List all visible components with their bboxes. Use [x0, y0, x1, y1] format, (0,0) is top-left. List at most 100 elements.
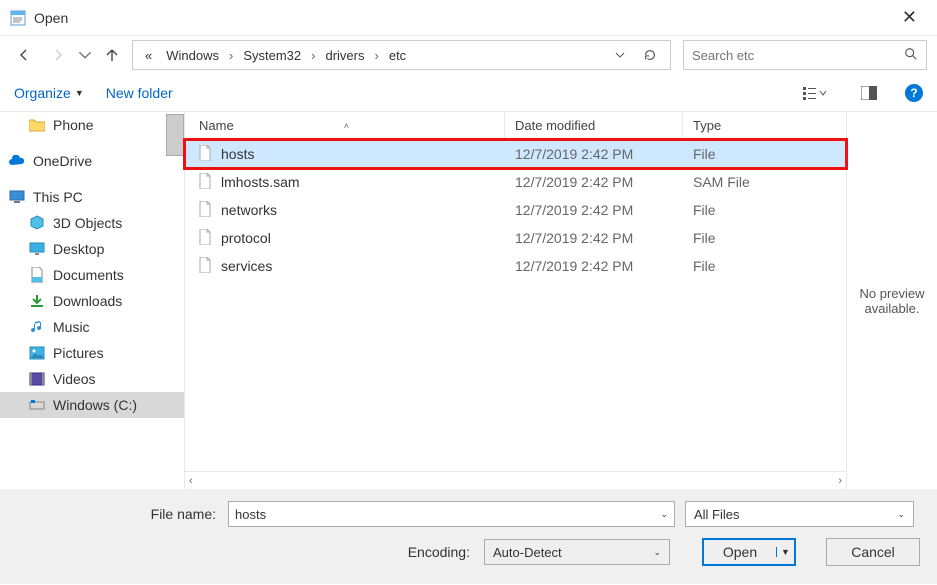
file-type: SAM File: [683, 174, 818, 190]
breadcrumb-item[interactable]: etc: [385, 46, 410, 65]
address-dropdown[interactable]: [608, 42, 632, 68]
downloads-icon: [28, 293, 46, 309]
file-row[interactable]: networks12/7/2019 2:42 PMFile: [185, 196, 846, 224]
documents-icon: [28, 267, 46, 283]
cancel-button[interactable]: Cancel: [826, 538, 920, 566]
encoding-select[interactable]: Auto-Detect ⌄: [484, 539, 670, 565]
file-icon: [197, 257, 213, 276]
file-row[interactable]: protocol 12/7/2019 2:42 PMFile: [185, 224, 846, 252]
breadcrumb-item[interactable]: System32: [239, 46, 305, 65]
breadcrumb-overflow[interactable]: «: [141, 46, 156, 65]
tree-label: Music: [53, 319, 90, 335]
file-date: 12/7/2019 2:42 PM: [505, 230, 683, 246]
filetype-filter[interactable]: All Files ⌄: [685, 501, 914, 527]
file-name: protocol: [221, 230, 271, 246]
file-icon: [197, 229, 213, 248]
file-name: hosts: [221, 146, 254, 162]
window-title: Open: [34, 10, 892, 26]
search-icon: [904, 47, 918, 64]
bottom-panel: File name: hosts ⌄ All Files ⌄ Encoding:…: [0, 489, 937, 584]
file-date: 12/7/2019 2:42 PM: [505, 258, 683, 274]
tree-item-downloads[interactable]: Downloads: [0, 288, 184, 314]
tree-label: Downloads: [53, 293, 122, 309]
address-bar[interactable]: « Windows › System32 › drivers › etc: [132, 40, 671, 70]
tree-label: Windows (C:): [53, 397, 137, 413]
search-input[interactable]: [692, 48, 904, 63]
videos-icon: [28, 371, 46, 387]
thispc-icon: [8, 189, 26, 205]
column-headers: Name˄ Date modified Type: [185, 112, 846, 140]
tree-label: Documents: [53, 267, 124, 283]
tree-item-videos[interactable]: Videos: [0, 366, 184, 392]
pictures-icon: [28, 345, 46, 361]
close-button[interactable]: ✕: [892, 3, 927, 32]
3d-objects-icon: [28, 215, 46, 231]
chevron-right-icon: ›: [229, 48, 233, 63]
sort-caret-icon: ˄: [344, 121, 349, 131]
encoding-label: Encoding:: [14, 544, 474, 560]
tree-item-thispc[interactable]: This PC: [0, 184, 184, 210]
onedrive-icon: [8, 153, 26, 169]
scrollbar-thumb[interactable]: [166, 114, 184, 156]
tree-item-documents[interactable]: Documents: [0, 262, 184, 288]
chevron-down-icon[interactable]: ⌄: [897, 509, 905, 520]
file-row[interactable]: hosts12/7/2019 2:42 PMFile: [185, 140, 846, 168]
chevron-down-icon[interactable]: ⌄: [653, 547, 661, 558]
filename-input[interactable]: hosts ⌄: [228, 501, 675, 527]
desktop-icon: [28, 241, 46, 257]
file-date: 12/7/2019 2:42 PM: [505, 146, 683, 162]
tree-label: Pictures: [53, 345, 104, 361]
titlebar: Open ✕: [0, 0, 937, 36]
filename-label: File name:: [14, 506, 218, 522]
file-name: networks: [221, 202, 277, 218]
tree-item-3dobjects[interactable]: 3D Objects: [0, 210, 184, 236]
refresh-button[interactable]: [638, 42, 662, 68]
file-icon: [197, 201, 213, 220]
music-icon: [28, 319, 46, 335]
file-icon: [197, 145, 213, 164]
preview-pane-button[interactable]: [855, 82, 883, 104]
search-box[interactable]: [683, 40, 927, 70]
folder-icon: [28, 117, 46, 133]
chevron-down-icon[interactable]: ⌄: [660, 509, 668, 520]
tree-item-pictures[interactable]: Pictures: [0, 340, 184, 366]
tree-item-phone[interactable]: Phone: [0, 112, 184, 138]
tree-label: OneDrive: [33, 153, 92, 169]
new-folder-button[interactable]: New folder: [106, 85, 173, 101]
tree-item-onedrive[interactable]: OneDrive: [0, 148, 184, 174]
open-split-dropdown[interactable]: ▼: [776, 547, 794, 557]
tree-item-music[interactable]: Music: [0, 314, 184, 340]
tree-item-desktop[interactable]: Desktop: [0, 236, 184, 262]
file-type: File: [683, 230, 818, 246]
file-type: File: [683, 202, 818, 218]
file-list[interactable]: hosts12/7/2019 2:42 PMFilelmhosts.sam12/…: [185, 140, 846, 471]
file-date: 12/7/2019 2:42 PM: [505, 174, 683, 190]
horizontal-scrollbar[interactable]: ‹›: [185, 471, 846, 489]
column-name[interactable]: Name˄: [185, 112, 505, 139]
back-button[interactable]: [10, 41, 38, 69]
tree-label: This PC: [33, 189, 83, 205]
help-button[interactable]: ?: [905, 84, 923, 102]
breadcrumb-item[interactable]: Windows: [162, 46, 223, 65]
breadcrumb-item[interactable]: drivers: [321, 46, 368, 65]
tree-item-windows-c[interactable]: Windows (C:): [0, 392, 184, 418]
view-options-button[interactable]: [797, 82, 833, 104]
notepad-icon: [10, 10, 26, 26]
folder-tree[interactable]: Phone OneDrive This PC 3D Objects Deskto…: [0, 112, 185, 489]
chevron-right-icon: ›: [375, 48, 379, 63]
file-row[interactable]: lmhosts.sam12/7/2019 2:42 PMSAM File: [185, 168, 846, 196]
column-type[interactable]: Type: [683, 112, 813, 139]
file-type: File: [683, 258, 818, 274]
open-button[interactable]: Open ▼: [702, 538, 796, 566]
organize-button[interactable]: Organize ▼: [14, 85, 84, 101]
forward-button[interactable]: [44, 41, 72, 69]
history-dropdown[interactable]: [78, 41, 92, 69]
up-button[interactable]: [98, 41, 126, 69]
tree-label: Phone: [53, 117, 93, 133]
tree-label: Videos: [53, 371, 96, 387]
file-row[interactable]: services12/7/2019 2:42 PMFile: [185, 252, 846, 280]
column-date[interactable]: Date modified: [505, 112, 683, 139]
navbar: « Windows › System32 › drivers › etc: [0, 36, 937, 74]
file-icon: [197, 173, 213, 192]
drive-icon: [28, 397, 46, 413]
